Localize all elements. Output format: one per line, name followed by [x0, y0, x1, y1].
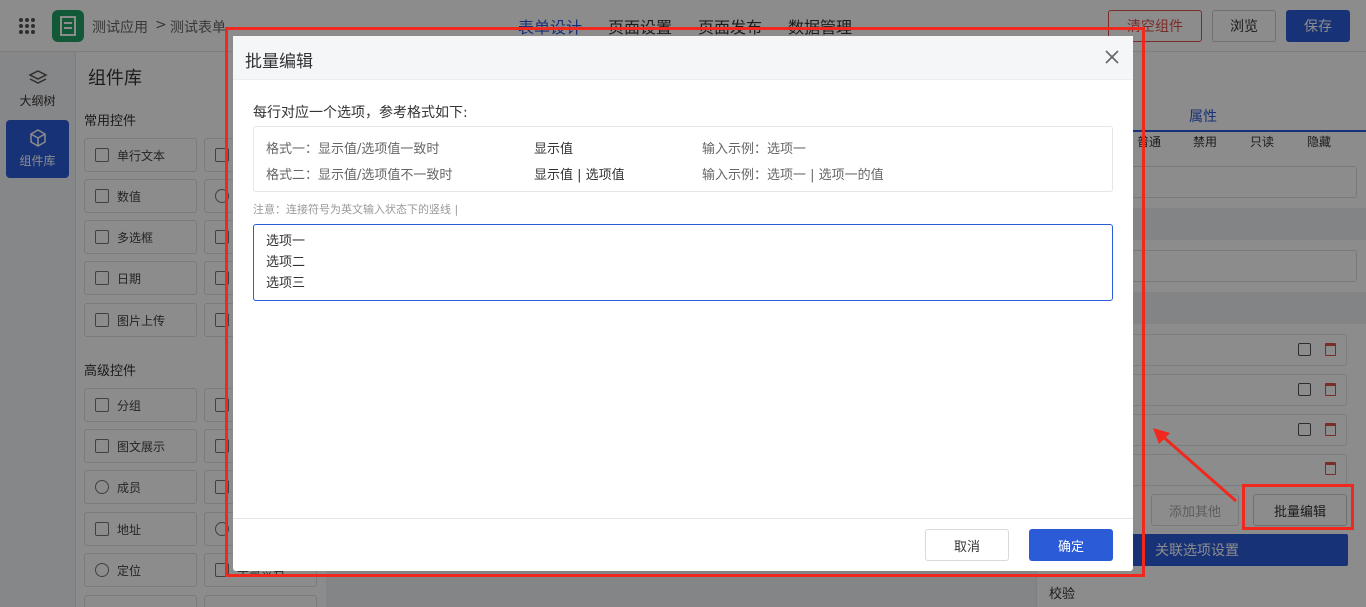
annotation-arrow-icon [1153, 428, 1237, 503]
annotation-highlight-batch-button [1242, 484, 1354, 530]
annotation-highlight-dialog [225, 27, 1145, 577]
